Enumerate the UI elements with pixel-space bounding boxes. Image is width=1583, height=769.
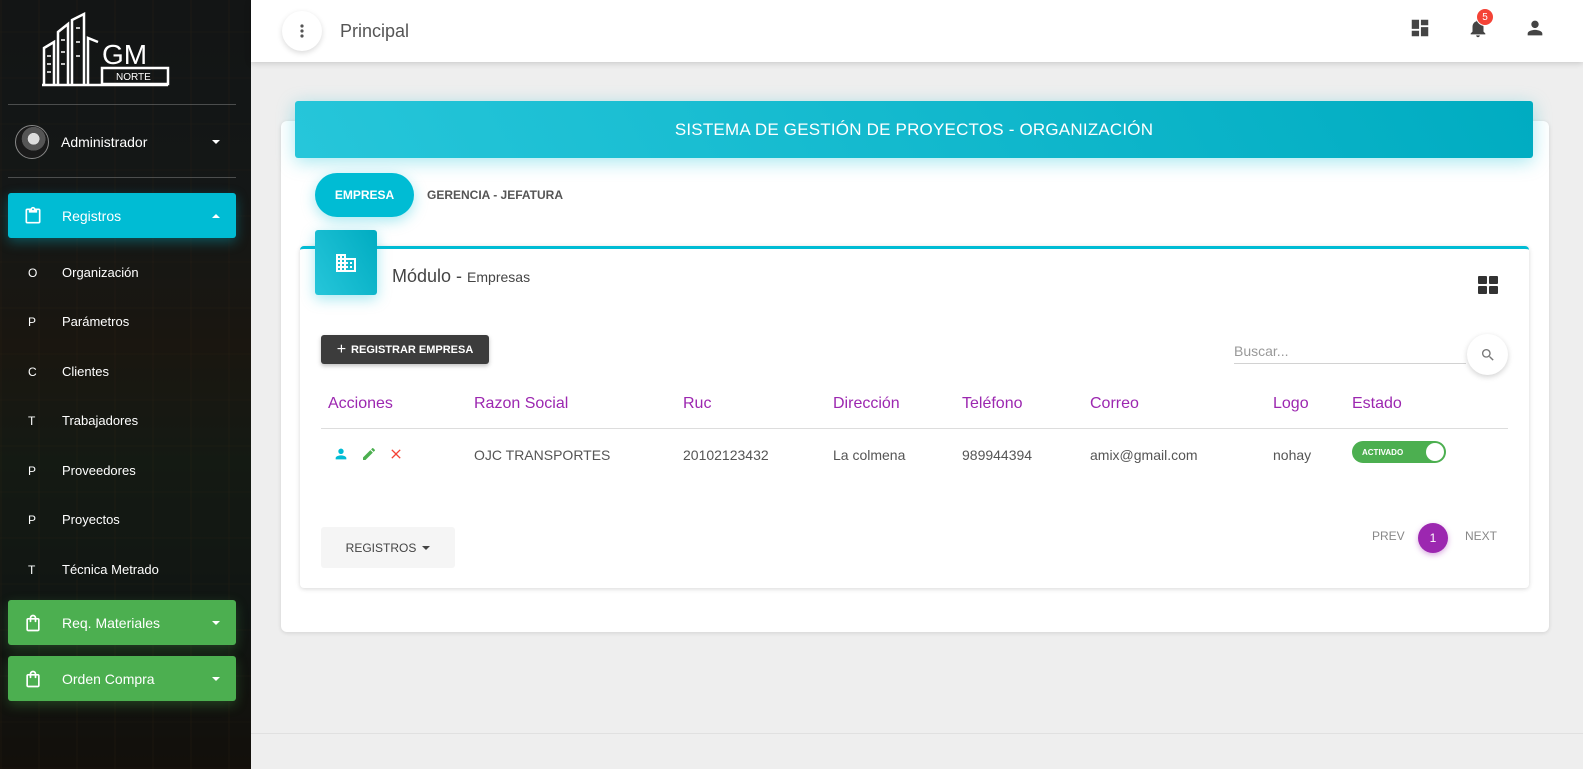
register-button-label: REGISTRAR EMPRESA	[351, 343, 474, 356]
chevron-down-icon	[212, 140, 220, 144]
dashboard-icon[interactable]	[1409, 17, 1431, 39]
tab-empresa[interactable]: EMPRESA	[315, 173, 414, 217]
sidebar-subitem-mini: T	[28, 413, 36, 428]
sidebar-subitem-clientes[interactable]: C Clientes	[28, 364, 109, 379]
logo-text: GM	[102, 39, 147, 70]
cell-correo: amix@gmail.com	[1090, 447, 1198, 463]
grid-view-icon[interactable]	[1478, 276, 1498, 294]
sidebar-subitem-label: Parámetros	[62, 314, 130, 329]
module-title-separator: -	[451, 266, 468, 286]
status-toggle-label: ACTIVADO	[1362, 447, 1404, 457]
footer-divider	[251, 733, 1583, 734]
module-title: Módulo - Empresas	[392, 266, 530, 287]
user-name: Administrador	[61, 134, 148, 150]
sidebar: GM NORTE Administrador Registros O Organ…	[0, 0, 251, 769]
edit-icon[interactable]	[361, 446, 377, 462]
sidebar-divider	[8, 177, 236, 178]
card-header: SISTEMA DE GESTIÓN DE PROYECTOS - ORGANI…	[295, 101, 1533, 158]
pagination-next[interactable]: NEXT	[1465, 529, 1497, 543]
shopping-bag-icon	[26, 614, 40, 631]
chevron-down-icon	[212, 620, 220, 625]
cell-telefono: 989944394	[962, 447, 1033, 463]
company-logo: GM NORTE	[42, 12, 170, 87]
column-header-estado: Estado	[1352, 395, 1402, 412]
sidebar-item-label: Orden Compra	[62, 670, 155, 687]
more-menu-button[interactable]	[282, 11, 322, 51]
module-subtitle: Empresas	[467, 269, 531, 285]
sidebar-subitem-proyectos[interactable]: P Proyectos	[28, 512, 120, 527]
chevron-up-icon	[212, 213, 220, 218]
clipboard-icon	[25, 206, 41, 223]
sidebar-subitem-label: Técnica Metrado	[62, 562, 159, 577]
domain-icon	[336, 253, 356, 272]
sidebar-subitem-mini: C	[28, 364, 37, 379]
sidebar-subitem-mini: P	[28, 314, 37, 329]
chevron-down-icon	[212, 676, 220, 681]
logo-subtext: NORTE	[116, 72, 151, 83]
sidebar-subitem-label: Proveedores	[62, 463, 136, 478]
avatar	[15, 125, 49, 159]
search-button[interactable]	[1467, 334, 1508, 375]
sidebar-item-label: Registros	[62, 207, 122, 224]
notifications-button[interactable]: 5	[1467, 8, 1494, 39]
sidebar-divider	[8, 104, 236, 105]
page-size-label: REGISTROS	[345, 540, 417, 555]
more-vert-icon	[300, 24, 304, 38]
module-icon-box	[315, 230, 377, 295]
sidebar-item-req-materiales[interactable]: Req. Materiales	[8, 600, 236, 645]
sidebar-subitem-mini: P	[28, 512, 37, 527]
sidebar-subitem-label: Organización	[62, 265, 139, 280]
delete-icon[interactable]	[388, 446, 404, 462]
person-icon[interactable]	[1524, 17, 1546, 39]
topbar: Principal 5	[251, 0, 1583, 62]
table-header-divider	[321, 428, 1508, 429]
sidebar-item-registros[interactable]: Registros	[8, 193, 236, 238]
sidebar-subitem-label: Clientes	[62, 364, 109, 379]
tab-gerencia-jefatura[interactable]: GERENCIA - JEFATURA	[420, 173, 570, 217]
sidebar-item-label: Req. Materiales	[62, 614, 161, 631]
column-header-direccion: Dirección	[833, 395, 900, 412]
sidebar-subitem-organizacion[interactable]: O Organización	[28, 265, 139, 280]
plus-icon: +	[336, 340, 347, 358]
column-header-logo: Logo	[1273, 395, 1309, 412]
notification-badge: 5	[1476, 8, 1494, 26]
header-title: SISTEMA DE GESTIÓN DE PROYECTOS - ORGANI…	[674, 119, 1154, 139]
column-header-correo: Correo	[1090, 395, 1139, 412]
caret-down-icon	[422, 545, 431, 550]
sidebar-subitem-parametros[interactable]: P Parámetros	[28, 314, 129, 329]
register-company-button[interactable]: + REGISTRAR EMPRESA	[321, 335, 489, 364]
sidebar-subitem-proveedores[interactable]: P Proveedores	[28, 463, 136, 478]
page-size-dropdown[interactable]: REGISTROS	[321, 527, 455, 568]
toggle-knob	[1426, 443, 1444, 461]
sidebar-subitem-mini: O	[28, 265, 38, 280]
status-toggle[interactable]: ACTIVADO	[1352, 441, 1446, 463]
cell-direccion: La colmena	[833, 447, 906, 463]
sidebar-subitem-trabajadores[interactable]: T Trabajadores	[28, 413, 138, 428]
module-title-text: Módulo	[392, 266, 452, 286]
pagination-page[interactable]: 1	[1418, 523, 1448, 553]
column-header-acciones: Acciones	[328, 395, 393, 412]
page-title: Principal	[340, 20, 410, 41]
view-user-icon[interactable]	[333, 446, 349, 462]
sidebar-subitem-label: Trabajadores	[62, 413, 139, 428]
cell-razon-social: OJC TRANSPORTES	[474, 447, 611, 463]
column-header-telefono: Teléfono	[962, 395, 1023, 412]
cell-logo: nohay	[1273, 447, 1312, 463]
sidebar-subitem-tecnica-metrado[interactable]: T Técnica Metrado	[28, 562, 159, 577]
column-header-razon-social: Razon Social	[474, 395, 569, 412]
sidebar-subitem-mini: T	[28, 562, 36, 577]
sidebar-subitem-mini: P	[28, 463, 37, 478]
module-card	[300, 246, 1529, 588]
sidebar-item-orden-compra[interactable]: Orden Compra	[8, 656, 236, 701]
sidebar-subitem-label: Proyectos	[62, 512, 120, 527]
user-menu[interactable]: Administrador	[15, 124, 236, 160]
shopping-bag-icon	[26, 670, 40, 687]
pagination-prev[interactable]: PREV	[1372, 529, 1405, 543]
cell-ruc: 20102123432	[683, 447, 769, 463]
column-header-ruc: Ruc	[683, 395, 712, 412]
search-input[interactable]	[1234, 338, 1466, 364]
search-icon	[1481, 348, 1494, 361]
